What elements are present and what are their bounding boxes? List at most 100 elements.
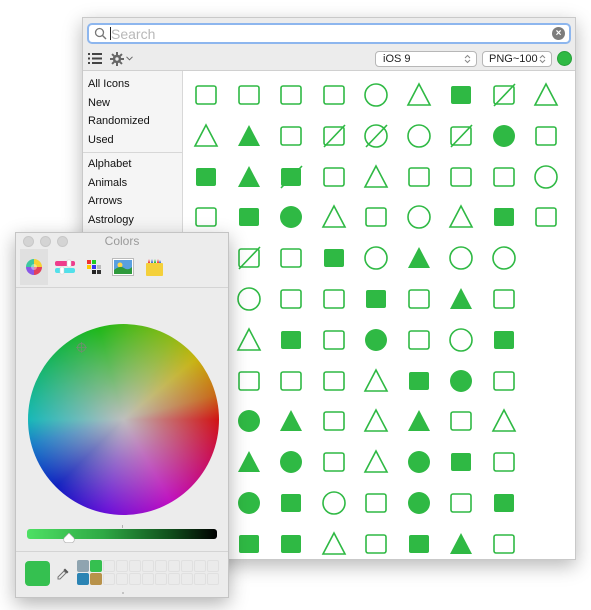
- icon-tile-moon-star[interactable]: [188, 77, 224, 113]
- resize-handle[interactable]: [122, 592, 124, 594]
- icon-tile-baby-onesie[interactable]: [231, 403, 267, 439]
- color-swatch[interactable]: [142, 560, 154, 572]
- color-swatch[interactable]: [207, 560, 219, 572]
- icon-tile-comb-scissors[interactable]: [443, 159, 479, 195]
- icon-tile-box-falling-filled[interactable]: [316, 240, 352, 276]
- icon-tile-fragile-fork[interactable]: [273, 363, 309, 399]
- sidebar-item-arrows[interactable]: Arrows: [83, 192, 182, 211]
- icon-tile-saturn-planet[interactable]: [401, 444, 437, 480]
- icon-tile-roast-chicken[interactable]: [273, 322, 309, 358]
- icon-tile-emergency-exit[interactable]: [486, 444, 522, 480]
- eyedropper-icon[interactable]: [56, 567, 70, 581]
- current-color-well[interactable]: [25, 561, 50, 586]
- color-swatch[interactable]: [168, 573, 180, 585]
- icon-tile-cash-register[interactable]: [316, 77, 352, 113]
- icon-tile-geisha[interactable]: [273, 526, 309, 559]
- brightness-slider-knob[interactable]: [63, 533, 75, 543]
- icon-tile-person-money[interactable]: [486, 526, 522, 559]
- icon-tile-t-shirt[interactable]: [273, 240, 309, 276]
- icon-tile-lotion[interactable]: [486, 485, 522, 521]
- format-select[interactable]: PNG~100: [482, 51, 552, 67]
- icon-tile-no-sun-outline[interactable]: [231, 240, 267, 276]
- icon-tile-t-shirt-filled[interactable]: [358, 281, 394, 317]
- color-swatch[interactable]: [194, 573, 206, 585]
- icon-tile-open-box[interactable]: [486, 159, 522, 195]
- color-swatch[interactable]: [181, 573, 193, 585]
- icon-tile-thumbs-up-filled[interactable]: [401, 485, 437, 521]
- icon-tile-chili-pepper[interactable]: [231, 199, 267, 235]
- icon-tile-currency-exchange[interactable]: [316, 322, 352, 358]
- color-swatch[interactable]: [142, 573, 154, 585]
- icon-tile-percent-badge-filled[interactable]: [443, 363, 479, 399]
- colors-titlebar[interactable]: Colors: [16, 233, 228, 249]
- icon-tile-underwear[interactable]: [273, 118, 309, 154]
- icon-tile-no-box[interactable]: [486, 77, 522, 113]
- icon-tile-cowboy[interactable]: [401, 403, 437, 439]
- icon-tile-hands-box-filled[interactable]: [443, 444, 479, 480]
- color-swatch[interactable]: [129, 573, 141, 585]
- icon-tile-no-sun[interactable]: [443, 118, 479, 154]
- settings-menu-button[interactable]: [110, 50, 133, 67]
- icon-tile-head-gear-filled[interactable]: [273, 444, 309, 480]
- icon-tile-hands-box[interactable]: [316, 403, 352, 439]
- icon-tile-bear[interactable]: [231, 526, 267, 559]
- icon-tile-moon-star-filled[interactable]: [486, 199, 522, 235]
- icon-tile-question-head[interactable]: [401, 118, 437, 154]
- icon-tile-coins-filled[interactable]: [358, 322, 394, 358]
- icon-tile-box-falling[interactable]: [358, 199, 394, 235]
- icon-tile-open-box-outline[interactable]: [486, 281, 522, 317]
- icon-tile-briefcase[interactable]: [528, 199, 564, 235]
- icon-color-button[interactable]: [557, 51, 572, 66]
- icon-tile-chili-pepper-outline[interactable]: [401, 159, 437, 195]
- sidebar-item-randomized[interactable]: Randomized: [83, 112, 182, 131]
- icon-tile-magic-wand[interactable]: [358, 444, 394, 480]
- icon-tile-no-baby[interactable]: [358, 118, 394, 154]
- brightness-slider[interactable]: [27, 529, 217, 539]
- icon-tile-no-box-filled[interactable]: [273, 159, 309, 195]
- sidebar-item-new[interactable]: New: [83, 94, 182, 113]
- icon-tile-growth-chart[interactable]: [231, 77, 267, 113]
- icon-tile-ant[interactable]: [231, 118, 267, 154]
- sidebar-item-used[interactable]: Used: [83, 131, 182, 150]
- icon-tile-delivery-truck[interactable]: [273, 281, 309, 317]
- color-swatch[interactable]: [103, 560, 115, 572]
- icon-tile-hair-brush[interactable]: [358, 363, 394, 399]
- icon-tile-fragile-fork-filled[interactable]: [401, 363, 437, 399]
- icon-tile-head-gear[interactable]: [316, 485, 352, 521]
- icon-tile-percent-badge[interactable]: [358, 240, 394, 276]
- sidebar-item-astrology[interactable]: Astrology: [83, 211, 182, 230]
- icon-tile-cupcake[interactable]: [231, 322, 267, 358]
- tab-crayons[interactable]: [140, 249, 168, 285]
- icon-tile-number-6-filled[interactable]: [231, 485, 267, 521]
- icon-tile-coins[interactable]: [443, 240, 479, 276]
- tab-image-palettes[interactable]: [109, 249, 137, 285]
- icon-tile-tweezers[interactable]: [316, 159, 352, 195]
- color-swatch[interactable]: [116, 560, 128, 572]
- platform-select[interactable]: iOS 9: [375, 51, 477, 67]
- icon-tile-jump-rope[interactable]: [316, 526, 352, 559]
- icon-tile-broken-glass-filled[interactable]: [401, 526, 437, 559]
- icon-tile-umbrella-rain-filled[interactable]: [231, 444, 267, 480]
- icon-tile-menorah[interactable]: [528, 77, 564, 113]
- color-wheel-crosshair[interactable]: [76, 342, 87, 353]
- icon-tile-coins-1[interactable]: [231, 281, 267, 317]
- sidebar-item-all-icons[interactable]: All Icons: [83, 75, 182, 94]
- tab-color-palettes[interactable]: [80, 249, 108, 285]
- color-swatch[interactable]: [77, 573, 89, 585]
- color-wheel[interactable]: [28, 324, 219, 515]
- icon-tile-people[interactable]: [188, 159, 224, 195]
- icon-tile-cart-arrow-filled[interactable]: [231, 159, 267, 195]
- icon-tile-teapot[interactable]: [273, 403, 309, 439]
- color-swatch[interactable]: [90, 560, 102, 572]
- color-swatch[interactable]: [116, 573, 128, 585]
- icon-tile-head-exclamation[interactable]: [443, 322, 479, 358]
- icon-tile-coupon[interactable]: [401, 322, 437, 358]
- sidebar-item-alphabet[interactable]: Alphabet: [83, 155, 182, 174]
- icon-tile-dollar-circle-filled[interactable]: [486, 118, 522, 154]
- icon-tile-wig[interactable]: [358, 485, 394, 521]
- icon-tile-handshake[interactable]: [358, 526, 394, 559]
- icon-tile-beta[interactable]: [486, 322, 522, 358]
- icon-tile-church[interactable]: [443, 526, 479, 559]
- clear-search-button[interactable]: ×: [552, 27, 565, 40]
- color-swatch[interactable]: [129, 560, 141, 572]
